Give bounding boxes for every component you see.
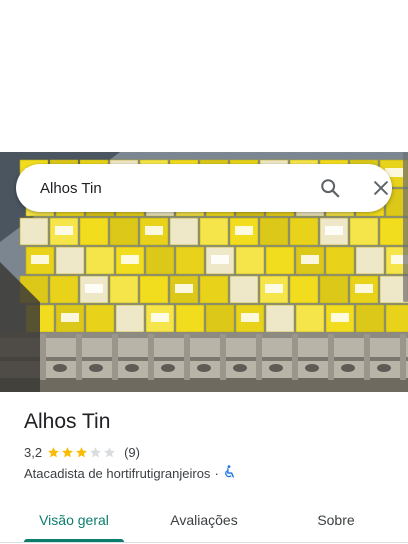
photo-box-label	[151, 313, 169, 322]
star-empty-icon	[90, 447, 101, 458]
photo-rail-hole	[161, 364, 175, 372]
photo-box-label	[325, 226, 343, 235]
star-filled-icon	[48, 447, 59, 458]
photo-box	[85, 304, 115, 333]
photo-box-label	[301, 255, 319, 264]
photo-box	[349, 217, 379, 246]
close-icon[interactable]	[369, 176, 393, 200]
photo-box	[145, 246, 175, 275]
photo-box	[79, 217, 109, 246]
photo-box	[115, 304, 145, 333]
tab-overview[interactable]: Visão geral	[24, 498, 124, 542]
photo-box	[265, 246, 295, 275]
place-info-panel: Alhos Tin 3,2 (9) Atacadista de hortifru…	[0, 392, 408, 544]
photo-box	[199, 275, 229, 304]
star-filled-icon	[62, 447, 73, 458]
tab-reviews[interactable]: Avaliações	[148, 498, 260, 542]
photo-box-label	[55, 226, 73, 235]
photo-rail-post	[76, 334, 82, 380]
star-empty-icon	[104, 447, 115, 458]
photo-box-label	[241, 313, 259, 322]
search-icon[interactable]	[318, 176, 342, 200]
search-bar[interactable]	[16, 164, 392, 212]
photo-box	[175, 304, 205, 333]
photo-rail-hole	[89, 364, 103, 372]
photo-box	[289, 275, 319, 304]
photo-box	[265, 304, 295, 333]
photo-box-label	[31, 255, 49, 264]
photo-box-label	[145, 226, 163, 235]
photo-box	[175, 246, 205, 275]
photo-rail-post	[220, 334, 226, 380]
photo-rail-hole	[269, 364, 283, 372]
tab-divider	[0, 542, 408, 543]
photo-rail-hole	[341, 364, 355, 372]
photo-box	[325, 246, 355, 275]
rating-stars	[47, 446, 117, 459]
photo-box	[385, 304, 408, 333]
photo-rail-post	[400, 334, 406, 380]
photo-rail-post	[292, 334, 298, 380]
photo-box	[229, 275, 259, 304]
photo-box	[295, 304, 325, 333]
separator-dot: ·	[214, 466, 219, 481]
photo-rail-post	[256, 334, 262, 380]
photo-rail-post	[364, 334, 370, 380]
map-blank-area	[0, 0, 408, 152]
photo-box-label	[235, 226, 253, 235]
photo-rail-hole	[233, 364, 247, 372]
photo-rail-post	[184, 334, 190, 380]
photo-box-label	[331, 313, 349, 322]
photo-rail-hole	[53, 364, 67, 372]
photo-box	[289, 217, 319, 246]
photo-box-label	[85, 284, 103, 293]
photo-rail-post	[148, 334, 154, 380]
category-row: Atacadista de hortifrutigranjeiros ·	[24, 465, 236, 482]
photo-box	[169, 217, 199, 246]
photo-box	[139, 275, 169, 304]
photo-rail-hole	[197, 364, 211, 372]
rating-value: 3,2	[24, 445, 43, 460]
photo-rail-hole	[125, 364, 139, 372]
photo-rail-post	[328, 334, 334, 380]
tab-about[interactable]: Sobre	[296, 498, 376, 542]
search-input[interactable]	[40, 164, 280, 212]
photo-box	[235, 246, 265, 275]
rating-row[interactable]: 3,2 (9)	[24, 445, 140, 460]
place-title: Alhos Tin	[24, 410, 111, 433]
photo-box	[49, 275, 79, 304]
photo-rail-post	[112, 334, 118, 380]
scrollbar[interactable]	[403, 152, 408, 302]
star-filled-icon	[76, 447, 87, 458]
place-category: Atacadista de hortifrutigranjeiros	[24, 466, 211, 481]
photo-box	[109, 275, 139, 304]
photo-box-label	[211, 255, 229, 264]
photo-box-label	[355, 284, 373, 293]
photo-box	[55, 246, 85, 275]
photo-box	[19, 217, 49, 246]
wheelchair-icon	[223, 465, 236, 482]
photo-box	[199, 217, 229, 246]
photo-rail-hole	[305, 364, 319, 372]
photo-box	[85, 246, 115, 275]
photo-box	[259, 217, 289, 246]
photo-rail-post	[40, 334, 46, 380]
photo-box	[205, 304, 235, 333]
place-tabs: Visão geral Avaliações Sobre	[0, 498, 408, 544]
photo-box-label	[265, 284, 283, 293]
photo-box	[109, 217, 139, 246]
photo-box-label	[61, 313, 79, 322]
photo-box	[319, 275, 349, 304]
photo-box-label	[121, 255, 139, 264]
review-count[interactable]: (9)	[124, 445, 140, 460]
photo-box	[355, 304, 385, 333]
photo-box	[355, 246, 385, 275]
photo-rail-hole	[377, 364, 391, 372]
photo-box-label	[175, 284, 193, 293]
